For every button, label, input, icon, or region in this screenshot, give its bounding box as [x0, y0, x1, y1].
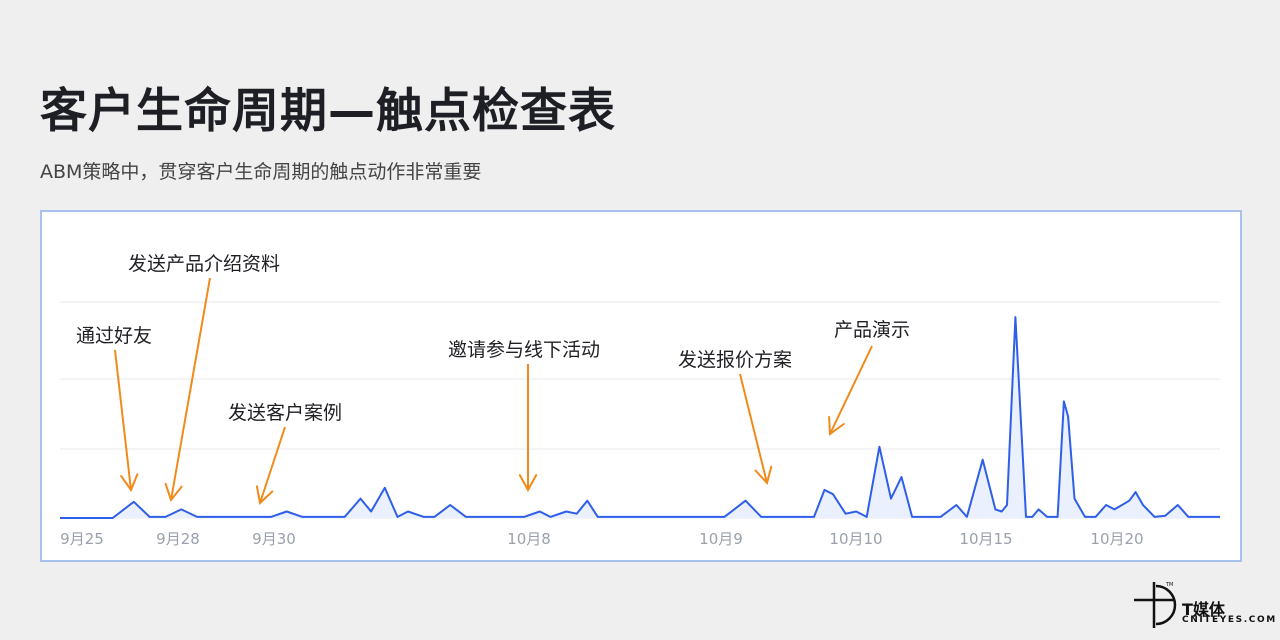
page-title: 客户生命周期—触点检查表 [40, 84, 616, 139]
logo-url: CNITEYES.COM [1182, 615, 1277, 625]
chart-panel [40, 210, 1242, 562]
page-subtitle: ABM策略中，贯穿客户生命周期的触点动作非常重要 [40, 161, 482, 183]
svg-text:TM: TM [1165, 582, 1173, 588]
